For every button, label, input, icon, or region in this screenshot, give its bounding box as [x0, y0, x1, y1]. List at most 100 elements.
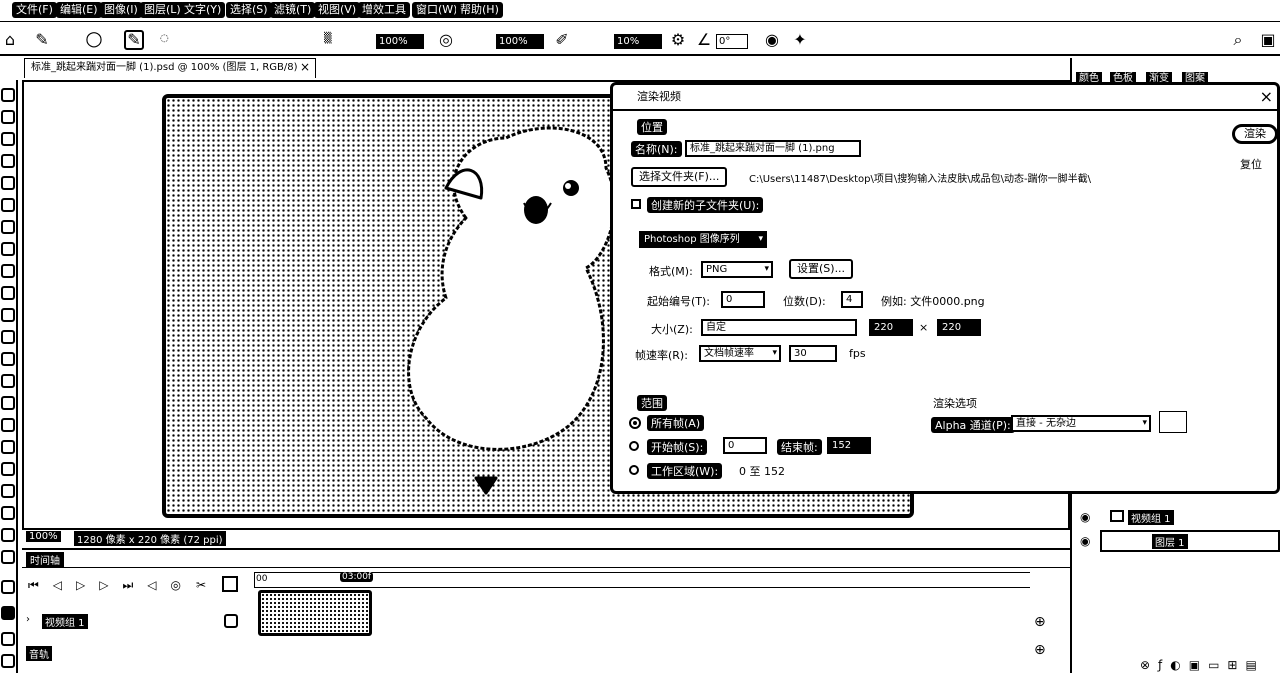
end-frame-field[interactable]: 152: [827, 437, 871, 454]
alpha-channel-select[interactable]: 直接 - 无杂边: [1011, 415, 1151, 432]
screen-mode-icon[interactable]: [1, 654, 15, 668]
history-brush-icon[interactable]: [1, 308, 15, 322]
add-audio-icon[interactable]: ⊕: [1034, 642, 1046, 658]
digits-select[interactable]: 4: [841, 291, 863, 308]
layer-row[interactable]: [1100, 530, 1280, 552]
home-icon[interactable]: ⌂: [0, 30, 20, 50]
select-folder-button[interactable]: 选择文件夹(F)...: [631, 167, 728, 187]
gradient-tool-icon[interactable]: [1, 352, 15, 366]
dodge-tool-icon[interactable]: [1, 396, 15, 410]
width-field[interactable]: 220: [869, 319, 913, 336]
layer-group-name[interactable]: 视频组 1: [1128, 510, 1174, 525]
menu-file[interactable]: 文件(F): [12, 2, 57, 18]
render-button[interactable]: 渲染: [1232, 124, 1278, 144]
menu-help[interactable]: 帮助(H): [456, 2, 503, 18]
create-subfolder-label[interactable]: 创建新的子文件夹(U):: [647, 197, 764, 213]
scissors-icon[interactable]: ✂: [196, 578, 206, 592]
matte-color-swatch[interactable]: [1159, 411, 1187, 433]
quick-select-tool-icon[interactable]: [1, 154, 15, 168]
workspace-icon[interactable]: ▣: [1258, 30, 1278, 50]
track-label[interactable]: 视频组 1: [42, 614, 88, 629]
create-subfolder-checkbox[interactable]: [631, 199, 641, 209]
blur-tool-icon[interactable]: [1, 374, 15, 388]
all-frames-label[interactable]: 所有帧(A): [647, 415, 705, 431]
shape-tool-icon[interactable]: [1, 484, 15, 498]
layer-actions-icons[interactable]: ⊗ƒ◐▣▭⊞▤: [1140, 658, 1265, 672]
size-select[interactable]: 自定: [701, 319, 857, 336]
path-select-tool-icon[interactable]: [1, 462, 15, 476]
transition-icon[interactable]: [222, 576, 238, 592]
brush-preset-icon[interactable]: ○: [84, 28, 104, 48]
add-media-icon[interactable]: ⊕: [1034, 614, 1046, 630]
menu-plugins[interactable]: 增效工具: [358, 2, 410, 18]
visibility-eye-icon[interactable]: ◉: [1080, 510, 1090, 524]
eraser-tool-icon[interactable]: [1, 330, 15, 344]
eyedropper-tool-icon[interactable]: [1, 220, 15, 234]
close-icon[interactable]: ×: [300, 60, 310, 74]
brush-tool-icon[interactable]: ✎: [32, 30, 52, 50]
format-select[interactable]: PNG: [701, 261, 773, 278]
reset-button-label: 复位: [1240, 158, 1262, 171]
visibility-eye-icon-2[interactable]: ◉: [1080, 534, 1090, 548]
video-clip[interactable]: [258, 590, 372, 636]
more-tools-icon[interactable]: [1, 550, 15, 564]
fps-field[interactable]: 30: [789, 345, 837, 362]
flow-field[interactable]: 100%: [496, 34, 544, 49]
playback-controls[interactable]: ⏮◁▷▷⏭◁◎: [28, 578, 195, 593]
quick-mask-icon[interactable]: [1, 632, 15, 646]
all-frames-radio[interactable]: [629, 417, 641, 429]
playhead-time[interactable]: 03:00f: [340, 572, 374, 582]
menu-edit[interactable]: 编辑(E): [56, 2, 102, 18]
crop-tool-icon[interactable]: [1, 176, 15, 190]
audio-track-label[interactable]: 音轨: [26, 646, 52, 661]
foreground-color-swatch[interactable]: [1, 606, 15, 620]
menu-select[interactable]: 选择(S): [226, 2, 272, 18]
angle-field[interactable]: 0°: [716, 34, 748, 49]
menu-type[interactable]: 文字(Y): [180, 2, 226, 18]
track-expand-icon[interactable]: ›: [26, 614, 30, 625]
document-tab[interactable]: 标准_跳起来踹对面一脚 (1).psd @ 100% (图层 1, RGB/8): [24, 58, 316, 78]
height-field[interactable]: 220: [937, 319, 981, 336]
lasso-tool-icon[interactable]: [1, 132, 15, 146]
start-frame-field[interactable]: 0: [723, 437, 767, 454]
name-field[interactable]: 标准_跳起来踹对面一脚 (1).png: [685, 140, 861, 157]
airbrush-icon[interactable]: ✐: [552, 30, 572, 50]
frame-tool-icon[interactable]: [1, 198, 15, 212]
search-icon[interactable]: ⌕: [1228, 30, 1248, 50]
pressure-size-icon[interactable]: ◉: [762, 30, 782, 50]
marquee-tool-icon[interactable]: [1, 110, 15, 124]
zoom-tool-icon[interactable]: [1, 528, 15, 542]
healing-tool-icon[interactable]: [1, 242, 15, 256]
pen-tool-icon[interactable]: [1, 418, 15, 432]
menu-view[interactable]: 视图(V): [314, 2, 361, 18]
pressure-opacity-icon[interactable]: ◎: [436, 30, 456, 50]
menu-layer[interactable]: 图层(L): [140, 2, 185, 18]
menu-window[interactable]: 窗口(W): [412, 2, 462, 18]
menu-filter[interactable]: 滤镜(T): [270, 2, 316, 18]
hand-tool-icon[interactable]: [1, 506, 15, 520]
menu-image[interactable]: 图像(I): [100, 2, 142, 18]
work-area-label: 工作区域(W):: [647, 463, 723, 479]
folder-path: C:\Users\11487\Desktop\项目\搜狗输入法皮肤\成品包\动态…: [749, 174, 1091, 185]
smoothing-field[interactable]: 10%: [614, 34, 662, 49]
stamp-tool-icon[interactable]: [1, 286, 15, 300]
dialog-close-icon[interactable]: ×: [1260, 87, 1273, 106]
symmetry-icon[interactable]: ✦: [790, 30, 810, 50]
work-area-radio[interactable]: [629, 465, 639, 475]
brush-panel-icon[interactable]: ✎: [124, 30, 144, 50]
settings-button[interactable]: 设置(S)...: [789, 259, 854, 279]
zoom-level[interactable]: 100%: [26, 531, 61, 542]
move-tool-icon[interactable]: [1, 88, 15, 102]
track-menu-icon[interactable]: [224, 614, 238, 628]
brush-tool-side-icon[interactable]: [1, 264, 15, 278]
timeline-title[interactable]: 时间轴: [26, 552, 64, 567]
reset-button[interactable]: 复位: [1240, 156, 1262, 172]
opacity-field[interactable]: 100%: [376, 34, 424, 49]
gear-icon[interactable]: ⚙: [668, 30, 688, 50]
framerate-select[interactable]: 文档帧速率: [699, 345, 781, 362]
export-type-select[interactable]: Photoshop 图像序列: [639, 231, 767, 248]
type-tool-icon[interactable]: [1, 440, 15, 454]
start-frame-radio[interactable]: [629, 441, 639, 451]
color-swap-icon[interactable]: [1, 580, 15, 594]
start-number-field[interactable]: 0: [721, 291, 765, 308]
